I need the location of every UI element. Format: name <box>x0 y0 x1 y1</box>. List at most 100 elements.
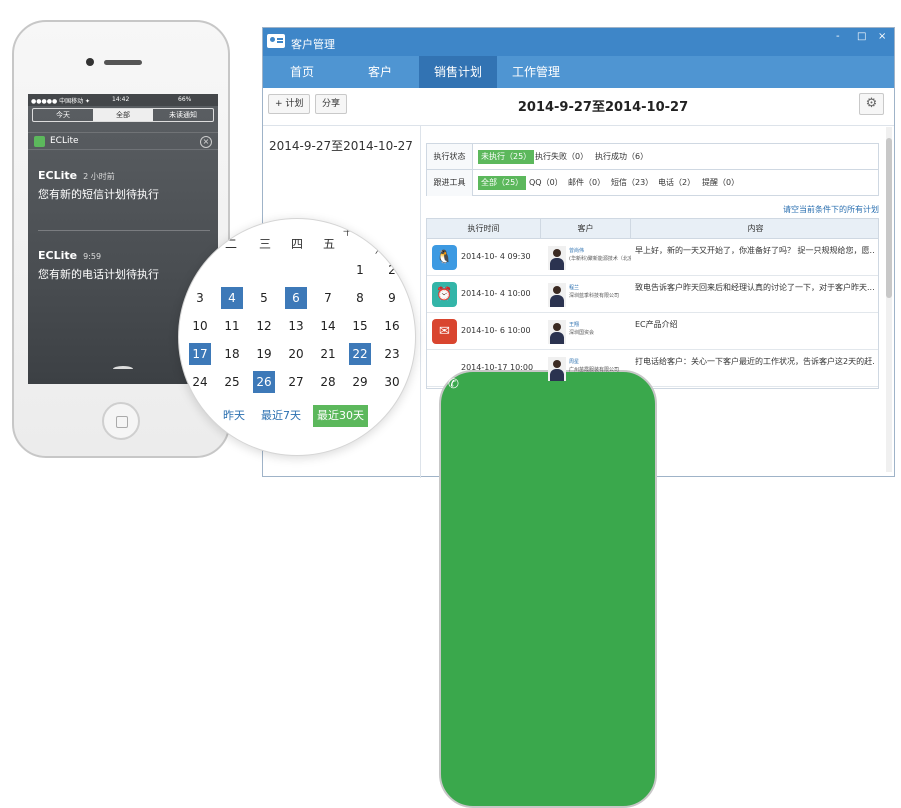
window-title: 客户管理 <box>291 38 335 51</box>
calendar-day[interactable]: 13 <box>285 315 307 337</box>
carrier-label: ●●●●● 中国移动 ✦ <box>31 98 91 105</box>
table-row[interactable]: 🐧 2014-10- 4 09:30 曾尚伟 (华新科)聚新能源技术（北京）有.… <box>427 239 878 276</box>
calendar-day[interactable]: 30 <box>381 371 403 393</box>
calendar-day[interactable]: 9 <box>381 287 403 309</box>
customer-name[interactable]: 王翔 <box>569 321 579 328</box>
minimize-button[interactable]: - <box>836 31 840 42</box>
calendar-day[interactable]: 27 <box>285 371 307 393</box>
calendar-day[interactable]: 25 <box>221 371 243 393</box>
share-button[interactable]: 分享 <box>315 94 348 114</box>
calendar-day[interactable]: 15 <box>349 315 371 337</box>
plan-content: 早上好，新的一天又开始了，你准备好了吗？ 捉一只规规给您，愿... <box>635 246 875 255</box>
tab-home[interactable]: 首页 <box>263 56 341 88</box>
customer-name[interactable]: 程兰 <box>569 284 579 291</box>
notification-time: 9:59 <box>83 252 102 261</box>
execution-time: 2014-10-17 10:00 <box>461 363 534 372</box>
tab-work-management[interactable]: 工作管理 <box>497 56 575 88</box>
segment-all[interactable]: 全部 <box>93 109 153 121</box>
close-button[interactable]: × <box>878 31 886 42</box>
calendar-magnifier: 十一月 ▸ 二 三 四 五 六 日 1 2 3 4 5 6 7 8 9 10 11 12 13 14 15 1… <box>178 218 416 456</box>
calendar-day[interactable]: 28 <box>317 371 339 393</box>
filter-tool-all[interactable]: 全部（25） <box>478 176 527 190</box>
filter-panel: 执行状态 未执行（25） 执行失败（0） 执行成功（6） 跟进工具 全部（25）… <box>426 143 879 196</box>
calendar-day[interactable]: 26 <box>253 371 275 393</box>
notification-sender: ECLite <box>38 249 78 262</box>
calendar-day[interactable]: 10 <box>189 315 211 337</box>
clear-plans-link[interactable]: 请空当前条件下的所有计划 <box>783 204 879 215</box>
filter-tool-phone[interactable]: 电话（2） <box>658 176 695 190</box>
calendar-day[interactable]: 6 <box>285 287 307 309</box>
qq-icon: 🐧 <box>432 245 457 270</box>
calendar-day[interactable]: 2 <box>381 259 403 281</box>
customer-company: 广州苗霞服装有限公司 <box>569 367 620 373</box>
close-icon[interactable]: × <box>200 136 212 148</box>
calendar-day[interactable]: 21 <box>317 343 339 365</box>
customer-name[interactable]: 周星 <box>569 358 579 365</box>
calendar-day[interactable]: 18 <box>221 343 243 365</box>
calendar-day[interactable]: 7 <box>317 287 339 309</box>
table-row[interactable]: ✉ 2014-10- 6 10:00 王翔 深圳国资会 EC产品介绍 <box>427 313 878 350</box>
notification-item[interactable]: ECLite 2 小时前 您有新的短信计划待执行 <box>38 164 210 202</box>
tab-sales-plan[interactable]: 销售计划 <box>419 56 497 88</box>
weekday-label: 二 <box>225 237 238 251</box>
filter-tool-qq[interactable]: QQ（0） <box>529 176 563 190</box>
notification-time: 2 小时前 <box>83 172 115 181</box>
filter-tool-sms[interactable]: 短信（23） <box>611 176 653 190</box>
calendar-day[interactable]: 17 <box>189 343 211 365</box>
pull-up-handle[interactable] <box>113 366 133 372</box>
table-row[interactable]: ✆ 2014-10-17 10:00 周星 广州苗霞服装有限公司 打电话给客户：… <box>427 350 878 808</box>
calendar-day[interactable]: 5 <box>253 287 275 309</box>
calendar-day[interactable]: 24 <box>189 371 211 393</box>
calendar-day[interactable]: 4 <box>221 287 243 309</box>
segment-unread[interactable]: 未读通知 <box>153 109 213 121</box>
column-header-customer[interactable]: 客户 <box>541 219 631 239</box>
filter-tool-reminder[interactable]: 提醒（0） <box>702 176 739 190</box>
home-button[interactable] <box>102 402 140 440</box>
calendar-day[interactable]: 23 <box>381 343 403 365</box>
contacts-app-icon <box>267 34 285 48</box>
calendar-day[interactable]: 29 <box>349 371 371 393</box>
notification-message: 您有新的电话计划待执行 <box>38 268 159 281</box>
calendar-day[interactable]: 1 <box>349 259 371 281</box>
next-month-icon[interactable]: ▸ <box>401 227 405 236</box>
execution-time: 2014-10- 4 09:30 <box>461 252 531 261</box>
status-bar: ●●●●● 中国移动 ✦ 14:42 66% <box>28 94 218 106</box>
column-header-time[interactable]: 执行时间 <box>427 219 541 239</box>
column-header-content[interactable]: 内容 <box>631 219 880 239</box>
sidebar-date-range: 2014-9-27至2014-10-27 <box>269 139 413 153</box>
date-range-title: 2014-9-27至2014-10-27 <box>517 100 689 115</box>
quick-range-today[interactable]: 天 <box>195 405 206 427</box>
calendar-day[interactable]: 3 <box>189 287 211 309</box>
calendar-day[interactable]: 14 <box>317 315 339 337</box>
plan-table: 执行时间 客户 内容 🐧 2014-10- 4 09:30 曾尚伟 (华新科)聚… <box>426 218 880 808</box>
clock-label: 14:42 <box>112 96 130 103</box>
filter-status-success[interactable]: 执行成功（6） <box>595 150 648 164</box>
calendar-day[interactable]: 8 <box>349 287 371 309</box>
customer-name[interactable]: 曾尚伟 <box>569 247 584 254</box>
table-row[interactable]: ⏰ 2014-10- 4 10:00 程兰 深圳蓝季科技有限公司 致电告诉客户昨… <box>427 276 878 313</box>
calendar-day[interactable]: 22 <box>349 343 371 365</box>
settings-button[interactable]: ⚙ <box>859 93 884 115</box>
customer-company: 深圳蓝季科技有限公司 <box>569 293 620 299</box>
tab-customers[interactable]: 客户 <box>341 56 419 88</box>
calendar-day[interactable]: 12 <box>253 315 275 337</box>
avatar <box>548 283 566 307</box>
filter-status-failed[interactable]: 执行失败（0） <box>535 150 588 164</box>
front-camera <box>86 58 94 66</box>
segment-today[interactable]: 今天 <box>33 109 93 121</box>
quick-range-7days[interactable]: 最近7天 <box>261 405 301 427</box>
add-plan-button[interactable]: + 计划 <box>268 94 311 114</box>
scrollbar-thumb[interactable] <box>886 138 892 298</box>
notification-item[interactable]: ECLite 9:59 您有新的电话计划待执行 <box>38 244 210 282</box>
filter-status-pending[interactable]: 未执行（25） <box>478 150 535 164</box>
title-bar: 客户管理 - □ × <box>263 28 894 56</box>
calendar-day[interactable]: 11 <box>221 315 243 337</box>
calendar-day[interactable]: 20 <box>285 343 307 365</box>
quick-range-yesterday[interactable]: 昨天 <box>223 405 245 427</box>
maximize-button[interactable]: □ <box>857 31 866 42</box>
execution-time: 2014-10- 4 10:00 <box>461 289 531 298</box>
quick-range-30days[interactable]: 最近30天 <box>313 405 368 427</box>
calendar-day[interactable]: 16 <box>381 315 403 337</box>
filter-tool-email[interactable]: 邮件（0） <box>568 176 605 190</box>
calendar-day[interactable]: 19 <box>253 343 275 365</box>
